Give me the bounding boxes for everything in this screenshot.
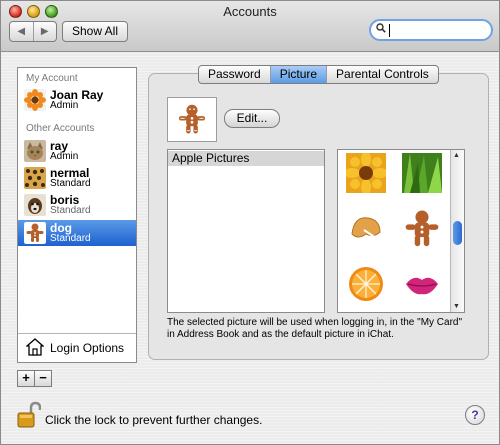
account-dog[interactable]: dog Standard	[18, 220, 136, 246]
account-role: Admin	[50, 100, 79, 111]
my-account-header: My Account	[26, 73, 78, 84]
text-caret	[389, 24, 390, 37]
picture-grid: ▲ ▼	[337, 149, 465, 313]
other-accounts-header: Other Accounts	[26, 123, 95, 134]
add-account-button[interactable]: +	[17, 370, 34, 387]
account-ray[interactable]: ray Admin	[18, 138, 136, 164]
cat-avatar-icon	[24, 140, 46, 162]
fortune-cookie-picture[interactable]	[346, 208, 386, 248]
account-role: Standard	[50, 178, 91, 189]
lock-row: Click the lock to prevent further change…	[17, 401, 262, 432]
forward-icon[interactable]: ▶	[34, 22, 57, 41]
picture-note: The selected picture will be used when l…	[167, 317, 463, 340]
picture-grid-scrollbar[interactable]: ▲ ▼	[450, 150, 464, 312]
search-field[interactable]	[369, 19, 493, 41]
search-icon	[376, 23, 386, 36]
flower-avatar-icon	[24, 89, 46, 111]
scroll-thumb[interactable]	[453, 221, 462, 245]
tab-picture[interactable]: Picture	[270, 66, 328, 83]
dog-avatar-icon	[24, 194, 46, 216]
account-joan-ray[interactable]: Joan Ray Admin	[18, 87, 136, 113]
orange-slice-picture[interactable]	[346, 264, 386, 304]
login-options-item[interactable]: Login Options	[18, 333, 136, 362]
back-forward-control: ◀ ▶	[9, 21, 57, 42]
account-nermal[interactable]: nermal Standard	[18, 165, 136, 191]
account-role: Admin	[50, 151, 79, 162]
sunflower-picture[interactable]	[346, 153, 386, 193]
tab-parental-controls[interactable]: Parental Controls	[327, 66, 438, 83]
help-button[interactable]: ?	[465, 405, 485, 425]
window-title: Accounts	[223, 4, 277, 19]
source-apple-pictures[interactable]: Apple Pictures	[168, 151, 324, 166]
show-all-button[interactable]: Show All	[62, 21, 128, 42]
house-icon	[26, 338, 44, 356]
title-bar: Accounts ◀ ▶ Show All	[1, 1, 499, 52]
gingerbread-man-picture[interactable]	[402, 208, 442, 248]
account-role: Standard	[50, 205, 91, 216]
remove-account-button[interactable]: −	[34, 370, 52, 387]
account-add-remove: + −	[17, 370, 52, 387]
lips-picture[interactable]	[402, 264, 442, 304]
scroll-up-icon[interactable]: ▲	[453, 152, 460, 159]
accounts-window: Accounts ◀ ▶ Show All My Account Joan Ra…	[0, 0, 500, 445]
leopard-avatar-icon	[24, 167, 46, 189]
login-options-label: Login Options	[50, 341, 125, 355]
current-picture-well[interactable]	[167, 97, 217, 142]
lock-open-icon[interactable]	[17, 401, 42, 429]
lock-message: Click the lock to prevent further change…	[45, 413, 263, 427]
gingerbread-man-icon	[178, 104, 206, 134]
picture-source-list: Apple Pictures	[167, 149, 325, 313]
account-role: Standard	[50, 233, 91, 244]
accounts-list: My Account Joan Ray Admin Other Accounts	[17, 67, 137, 363]
gingerbread-avatar-icon	[24, 222, 46, 244]
edit-picture-button[interactable]: Edit...	[224, 109, 280, 128]
account-boris[interactable]: boris Standard	[18, 192, 136, 218]
grass-picture[interactable]	[402, 153, 442, 193]
tab-bar: Password Picture Parental Controls	[198, 65, 439, 84]
scroll-down-icon[interactable]: ▼	[453, 303, 460, 310]
tab-password[interactable]: Password	[199, 66, 271, 83]
back-icon[interactable]: ◀	[10, 22, 34, 41]
